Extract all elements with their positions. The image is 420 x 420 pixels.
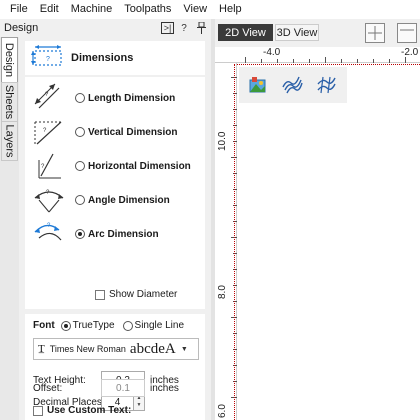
image-icon[interactable] [247, 74, 269, 96]
viewport-mini-toolbar [239, 67, 347, 103]
tab-2d-view[interactable]: 2D View [218, 24, 273, 41]
font-preview: abcdeA [129, 340, 176, 357]
option-label: Vertical Dimension [88, 126, 178, 138]
use-custom-text-checkbox[interactable] [33, 405, 43, 416]
font-dropdown[interactable]: T̲ Times New Roman abcdeA ▼ [33, 338, 199, 360]
ruler-label: -4.0 [263, 47, 281, 58]
svg-text:?: ? [43, 128, 47, 134]
use-custom-text-label: Use Custom Text: [47, 405, 132, 416]
help-button[interactable]: ? [177, 21, 191, 35]
panel-header: Design >| ? [0, 19, 211, 37]
show-diameter-label: Show Diameter [109, 289, 178, 300]
angle-dimension-icon: ? [34, 190, 64, 213]
svg-text:?: ? [45, 92, 49, 98]
collapse-panel-button[interactable]: >| [161, 22, 174, 34]
arc-dimension-radio[interactable] [75, 229, 85, 239]
offset-row: Offset: 0.1 inches [33, 379, 179, 397]
truetype-radio[interactable] [60, 320, 71, 331]
menu-help[interactable]: Help [213, 0, 248, 19]
length-dimension-icon: ? [34, 83, 60, 109]
menu-bar: File Edit Machine Toolpaths View Help [0, 0, 420, 19]
split-view-icon[interactable] [365, 23, 385, 43]
offset-label: Offset: [33, 382, 63, 394]
wave-lines-icon[interactable] [281, 74, 303, 96]
horizontal-ruler: -4.0 -2.0 [215, 47, 420, 63]
dimensions-icon: ? [31, 45, 62, 66]
option-label: Arc Dimension [88, 228, 159, 240]
vertical-dimension-icon: ? [34, 121, 62, 145]
svg-text:?: ? [46, 56, 50, 63]
font-type-row: Font TrueType Single Line [33, 320, 192, 331]
dimensions-title-card: ? Dimensions [25, 41, 205, 75]
tab-3d-view[interactable]: 3D View [275, 24, 319, 41]
side-tab-strip: Design Sheets Layers [0, 37, 19, 420]
single-view-icon[interactable] [397, 23, 417, 43]
svg-text:?: ? [46, 190, 50, 196]
menu-toolpaths[interactable]: Toolpaths [118, 0, 177, 19]
use-custom-text-option[interactable]: Use Custom Text: [33, 405, 131, 416]
truetype-font-icon: T̲ [38, 343, 45, 355]
dimensions-panel: ? Dimensions ? Length Dimension ? Vertic… [21, 37, 209, 420]
panel-title: Design [4, 22, 39, 34]
option-angle-dimension[interactable]: ? Angle Dimension [25, 183, 205, 217]
hatch-icon[interactable] [315, 74, 337, 96]
menu-file[interactable]: File [4, 0, 34, 19]
tab-sheets[interactable]: Sheets [1, 82, 18, 122]
ruler-label: 8.0 [217, 285, 228, 299]
menu-edit[interactable]: Edit [34, 0, 65, 19]
option-arc-dimension[interactable]: ? Arc Dimension [25, 217, 205, 251]
option-label: Angle Dimension [88, 194, 170, 206]
tab-design[interactable]: Design [1, 37, 18, 83]
arc-dimension-icon: ? [34, 223, 62, 241]
menu-view[interactable]: View [177, 0, 213, 19]
angle-dimension-radio[interactable] [75, 195, 85, 205]
option-horizontal-dimension[interactable]: ? Horizontal Dimension [25, 149, 205, 183]
tab-layers[interactable]: Layers [1, 121, 18, 161]
ruler-label: -2.0 [401, 47, 419, 58]
length-dimension-radio[interactable] [75, 93, 85, 103]
ruler-label: 10.0 [217, 131, 228, 151]
font-label: Font [33, 320, 55, 331]
truetype-label: TrueType [72, 320, 115, 331]
page-title: Dimensions [71, 52, 134, 64]
single-line-radio[interactable] [122, 320, 133, 331]
offset-input[interactable]: 0.1 [101, 379, 145, 397]
show-diameter-option[interactable]: Show Diameter [95, 289, 177, 300]
menu-machine[interactable]: Machine [65, 0, 119, 19]
origin-guide-vertical [234, 64, 235, 420]
ruler-label: 6.0 [217, 404, 228, 418]
option-vertical-dimension[interactable]: ? Vertical Dimension [25, 115, 205, 149]
offset-unit: inches [150, 382, 179, 394]
option-label: Horizontal Dimension [88, 160, 191, 172]
spin-down-icon[interactable]: ▼ [137, 402, 142, 409]
dimension-type-options: ? Length Dimension ? Vertical Dimension … [25, 77, 205, 309]
single-line-label: Single Line [134, 320, 185, 331]
option-label: Length Dimension [88, 92, 176, 104]
vertical-dimension-radio[interactable] [75, 127, 85, 137]
chevron-down-icon: ▼ [180, 345, 188, 353]
font-name: Times New Roman [49, 344, 126, 354]
show-diameter-checkbox[interactable] [95, 289, 105, 300]
horizontal-dimension-radio[interactable] [75, 161, 85, 171]
horizontal-dimension-icon: ? [38, 153, 61, 179]
origin-guide-horizontal [237, 64, 420, 65]
pin-icon[interactable] [194, 21, 208, 35]
option-length-dimension[interactable]: ? Length Dimension [25, 81, 205, 115]
view-tab-bar: 2D View 3D View [215, 19, 420, 47]
